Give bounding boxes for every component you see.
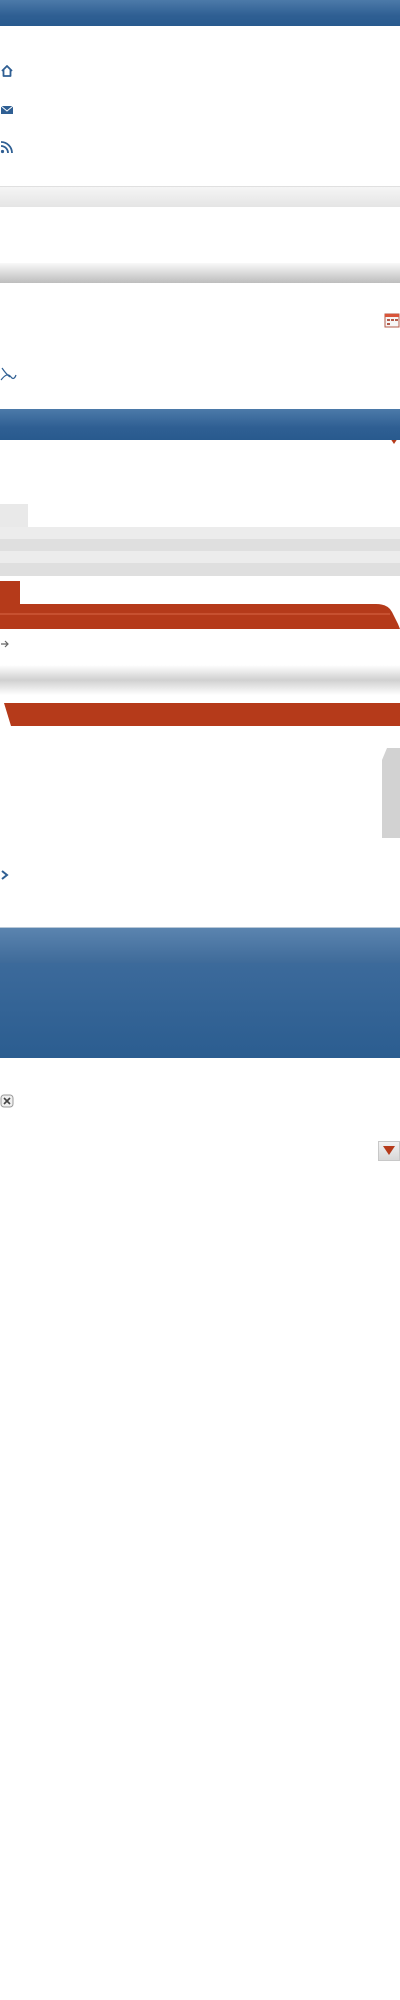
table-row — [0, 527, 400, 539]
signature-image — [0, 365, 18, 383]
table-row — [0, 551, 400, 563]
home-icon — [1, 65, 13, 77]
mail-icon — [0, 105, 14, 114]
vertical-scroll-panel[interactable] — [382, 748, 400, 838]
calendar-button[interactable] — [384, 312, 400, 328]
table-striped — [0, 527, 400, 576]
close-button[interactable] — [0, 1094, 14, 1108]
quick-link-rss[interactable] — [0, 140, 20, 158]
red-stripe-shape — [4, 703, 400, 726]
small-arrow[interactable] — [0, 636, 10, 648]
quick-link-mail[interactable] — [0, 103, 20, 121]
panel-header-bar — [0, 409, 400, 440]
dropdown-shadow — [0, 263, 400, 283]
arrow-icon — [1, 640, 9, 648]
table-row — [0, 563, 400, 576]
quick-link-home[interactable] — [0, 64, 20, 82]
red-banner-shape — [0, 604, 400, 629]
dropdown-select[interactable] — [0, 207, 400, 444]
footer-header-top — [0, 928, 400, 963]
vertical-scroll-shape — [382, 748, 400, 838]
chevron-down-icon — [383, 1146, 395, 1155]
close-icon — [0, 1094, 14, 1108]
soft-shadow-band — [0, 665, 400, 695]
small-tab[interactable] — [0, 504, 28, 527]
red-tab[interactable] — [0, 581, 20, 604]
rss-icon — [0, 141, 13, 154]
next-link[interactable] — [0, 868, 12, 882]
calendar-icon — [384, 313, 400, 328]
chevron-right-icon — [1, 870, 9, 880]
top-header-bar — [0, 0, 400, 26]
red-banner — [0, 604, 400, 629]
footer-header-block — [0, 927, 400, 1058]
section-divider — [0, 186, 400, 208]
table-row — [0, 539, 400, 551]
footer-header-body — [0, 963, 400, 1058]
signature-icon — [0, 367, 17, 381]
dropdown-button[interactable] — [378, 1141, 400, 1161]
red-stripe — [0, 703, 400, 726]
